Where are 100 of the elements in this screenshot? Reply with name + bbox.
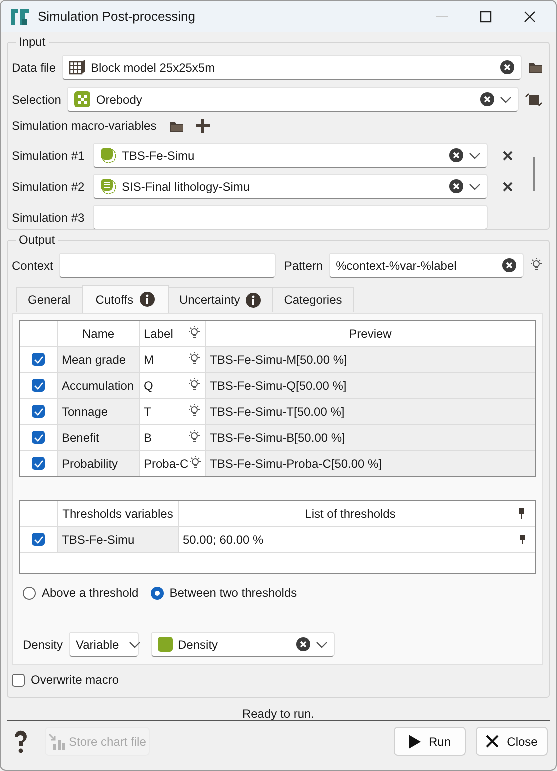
caret-icon[interactable] [469,182,481,190]
table-cell[interactable]: Proba-C [144,456,189,470]
column-header: List of thresholds [304,506,397,520]
chart-export-icon [49,734,65,750]
help-icon[interactable] [13,730,29,754]
tab[interactable]: Cutoffs [82,285,169,313]
column-header-label: Label [144,326,174,340]
remove-icon[interactable] [503,150,513,160]
radio-button[interactable] [23,586,36,600]
table-cell[interactable]: T [144,404,152,418]
maximize-icon[interactable] [480,10,492,22]
add-icon[interactable] [196,119,210,133]
lightbulb-icon[interactable] [188,430,201,445]
grid-icon [69,60,86,75]
close-button[interactable]: Close [476,727,548,756]
caret-icon[interactable] [469,152,481,160]
column-header: Preview [348,326,393,342]
clear-icon[interactable] [449,148,464,163]
tab[interactable]: Categories [272,287,354,312]
field-label: Context [12,258,54,272]
simulation-field[interactable]: SIS-Final lithology-Simu [93,174,488,199]
clear-icon[interactable] [500,60,515,75]
play-icon [408,734,421,748]
checkbox[interactable] [32,353,45,366]
table-cell[interactable]: 50.00; 60.00 % [183,532,520,546]
checkbox[interactable] [32,379,45,392]
close-icon [486,735,500,748]
tab[interactable]: General [16,287,83,312]
lightbulb-icon[interactable] [188,404,201,419]
field-label: Selection [12,92,62,106]
field-label: Simulation #1 [12,148,86,162]
lightbulb-icon[interactable] [530,258,543,273]
simulation-field[interactable]: TBS-Fe-Simu [93,143,488,168]
pattern-field[interactable]: %context-%var-%label [329,253,524,278]
table-cell[interactable]: B [144,430,152,444]
table-cell: Probability [58,451,140,476]
table-cell: TBS-Fe-Simu [58,527,179,552]
section-label: Simulation macro-variables [12,119,157,133]
radio-button[interactable] [150,586,164,600]
table-cell: Accumulation [58,373,140,398]
group-title: Output [16,233,58,247]
selection-field[interactable]: Orebody [67,87,519,112]
caret-icon[interactable] [129,640,142,648]
lightbulb-icon[interactable] [188,352,201,367]
density-variable-field[interactable]: Density [151,632,336,657]
clear-icon[interactable] [449,179,464,194]
folder-icon[interactable] [168,120,184,132]
field-label: Pattern [284,258,324,272]
density-mode-dropdown[interactable]: Variable [69,632,140,657]
lightbulb-icon[interactable] [188,326,201,341]
table-cell[interactable]: Q [144,378,154,392]
field-label: Simulation #3 [12,210,86,224]
clear-icon[interactable] [502,258,517,273]
table-cell: Benefit [58,425,140,450]
context-field[interactable] [59,253,276,278]
column-header: Thresholds variables [58,501,179,526]
column-header: Name [58,321,140,346]
table-cell: Tonnage [58,399,140,424]
info-icon[interactable] [140,292,155,307]
checkbox[interactable] [32,533,45,546]
clear-icon[interactable] [480,92,495,107]
checkbox-label[interactable]: Overwrite macro [31,673,120,687]
scrollbar-thumb[interactable] [533,157,535,191]
data-file-field[interactable]: Block model 25x25x5m [62,55,522,80]
pin-icon [518,508,525,519]
table-cell: TBS-Fe-Simu-Q[50.00 %] [206,373,535,398]
table-cell[interactable]: M [144,352,154,366]
radio-label[interactable]: Between two thresholds [170,586,298,600]
group-title: Input [16,35,49,49]
table-cell: Mean grade [58,347,140,372]
radio-label[interactable]: Above a threshold [42,586,139,600]
app-logo-icon [10,6,30,26]
list-stack-icon [100,178,117,195]
table-cell: TBS-Fe-Simu-T[50.00 %] [206,399,535,424]
caret-icon[interactable] [500,96,512,104]
checkbox[interactable] [12,674,25,686]
lightbulb-icon[interactable] [188,378,201,393]
layers-icon [100,147,117,164]
checkbox[interactable] [32,457,45,470]
pin-icon [520,535,525,544]
selection-icon [74,91,92,108]
field-label: Data file [12,60,56,74]
lightbulb-icon[interactable] [188,456,202,471]
run-button[interactable]: Run [394,727,466,756]
table-cell: TBS-Fe-Simu-B[50.00 %] [206,425,535,450]
folder-icon[interactable] [528,61,543,74]
caret-icon[interactable] [316,640,328,648]
swap-icon[interactable] [525,90,543,108]
checkbox[interactable] [32,431,45,444]
field-label: Simulation #2 [12,180,86,194]
table-cell: TBS-Fe-Simu-Proba-C[50.00 %] [206,451,535,476]
table-cell: TBS-Fe-Simu-M[50.00 %] [206,347,535,372]
window-title: Simulation Post-processing [38,9,197,24]
checkbox[interactable] [32,405,45,418]
close-icon[interactable] [524,10,536,22]
info-icon[interactable] [246,292,262,308]
clear-icon[interactable] [296,637,312,652]
remove-icon[interactable] [503,182,513,192]
field-label: Density [23,638,64,652]
simulation-field[interactable] [93,205,488,229]
